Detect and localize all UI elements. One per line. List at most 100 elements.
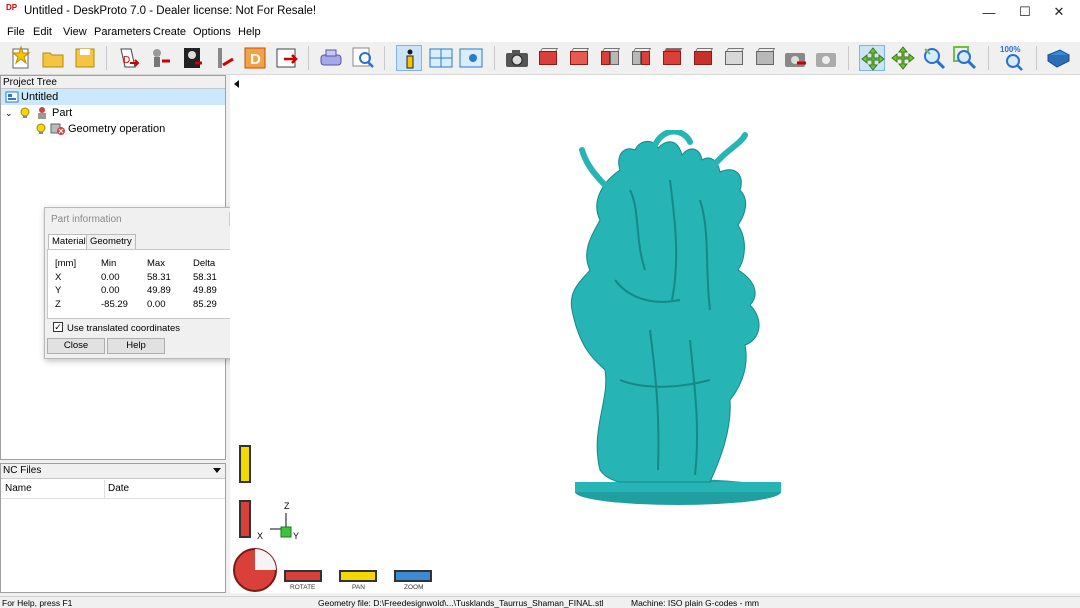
tab-material[interactable]: Material — [48, 234, 90, 250]
open-project-icon[interactable] — [40, 45, 66, 71]
table-cell: 49.89 — [147, 285, 171, 296]
tree-item-part[interactable]: ⌄ Part — [1, 105, 225, 121]
save-project-icon[interactable] — [72, 45, 98, 71]
view-settings-icon[interactable] — [458, 45, 484, 71]
dropdown-arrow-icon[interactable] — [213, 468, 221, 473]
tab-geometry[interactable]: Geometry — [86, 234, 136, 249]
table-cell: Y — [55, 285, 62, 296]
column-date[interactable]: Date — [108, 483, 129, 494]
zoom-window-icon[interactable] — [952, 45, 978, 71]
status-bar: For Help, press F1 Geometry file: D:\Fre… — [0, 596, 1080, 608]
tree-item-label: Geometry operation — [68, 123, 166, 135]
tree-item-project[interactable]: Untitled — [1, 89, 225, 105]
top-view-icon[interactable] — [659, 45, 685, 71]
svg-text:D: D — [250, 51, 261, 68]
zoom-tool-button[interactable] — [394, 570, 432, 582]
camera-icon[interactable] — [504, 45, 530, 71]
info-icon[interactable] — [396, 45, 422, 71]
rotate-tool-label: ROTATE — [290, 584, 316, 591]
table-cell: 85.29 — [193, 299, 217, 310]
export-icon[interactable] — [274, 45, 300, 71]
render-icon[interactable] — [783, 45, 809, 71]
table-header: Min — [101, 258, 117, 269]
use-translated-checkbox[interactable]: ✓ — [53, 322, 63, 332]
menu-parameters[interactable]: Parameters — [94, 26, 151, 38]
preview-icon[interactable] — [350, 45, 376, 71]
collapse-panel-icon[interactable] — [234, 80, 239, 88]
nc-files-header[interactable]: NC Files — [1, 464, 225, 479]
pan-tool-label: PAN — [352, 584, 365, 591]
table-cell: 0.00 — [101, 272, 120, 283]
table-header: Delta — [193, 258, 216, 269]
3d-model — [570, 130, 781, 505]
window-title: Untitled - DeskProto 7.0 - Dealer licens… — [24, 5, 317, 17]
bitmap-icon[interactable] — [212, 45, 238, 71]
pan-tool-button[interactable] — [339, 570, 377, 582]
lightbulb-icon[interactable] — [35, 123, 47, 140]
rotate-tool-icon[interactable] — [859, 45, 885, 71]
bottom-view-icon[interactable] — [690, 45, 716, 71]
table-cell: 58.31 — [193, 272, 217, 283]
help-book-icon[interactable] — [1045, 45, 1071, 71]
project-tree-header: Project Tree — [1, 76, 225, 89]
pan-tool-icon[interactable] — [890, 45, 916, 71]
part-move-icon[interactable] — [148, 45, 174, 71]
tree-item-label: Untitled — [21, 91, 59, 103]
left-view-icon[interactable] — [597, 45, 623, 71]
render-settings-icon[interactable] — [814, 45, 840, 71]
zoom-all-icon[interactable]: 100% — [998, 45, 1028, 71]
import-geometry-icon[interactable]: D — [116, 45, 142, 71]
menu-view[interactable]: View — [63, 26, 87, 38]
dialog-title: Part information — [51, 214, 122, 225]
table-cell: 0.00 — [147, 299, 166, 310]
close-window-button[interactable]: ✕ — [1036, 0, 1080, 24]
layout-icon[interactable] — [428, 45, 454, 71]
title-bar: DP Untitled - DeskProto 7.0 - Dealer lic… — [0, 0, 1080, 24]
table-cell: 49.89 — [193, 285, 217, 296]
grey-view-icon[interactable] — [752, 45, 778, 71]
machine-icon[interactable] — [318, 45, 344, 71]
zoom-tool-icon[interactable] — [921, 45, 947, 71]
zoom-tool-label: ZOOM — [404, 584, 424, 591]
menu-bar: File Edit View Parameters Create Options… — [0, 24, 1080, 42]
3d-viewport[interactable]: Z X Y ROTATE PAN ZOOM — [230, 75, 1080, 593]
menu-options[interactable]: Options — [193, 26, 231, 38]
menu-create[interactable]: Create — [153, 26, 186, 38]
tree-item-geometry-operation[interactable]: Geometry operation — [1, 121, 225, 137]
back-view-icon[interactable] — [566, 45, 592, 71]
part-information-dialog: Part information Material Geometry [mm] … — [44, 207, 247, 359]
drawing-icon[interactable]: D — [242, 45, 268, 71]
svg-text:D: D — [123, 55, 130, 66]
nc-files-columns: Name Date — [1, 480, 225, 499]
menu-file[interactable]: File — [7, 26, 25, 38]
help-button[interactable]: Help — [107, 338, 165, 354]
new-project-icon[interactable] — [8, 45, 34, 71]
image-icon[interactable] — [180, 45, 206, 71]
rotate-slider[interactable] — [239, 500, 251, 538]
close-button[interactable]: Close — [47, 338, 105, 354]
nc-files-panel: NC Files Name Date — [0, 463, 226, 593]
checkbox-label: Use translated coordinates — [67, 323, 181, 334]
table-header: Max — [147, 258, 165, 269]
chevron-down-icon[interactable]: ⌄ — [5, 105, 13, 121]
front-view-icon[interactable] — [535, 45, 561, 71]
axis-x-label: X — [257, 531, 264, 541]
rotate-dial[interactable] — [232, 547, 278, 593]
nc-files-title: NC Files — [3, 465, 42, 476]
table-cell: X — [55, 272, 62, 283]
iso-view-icon[interactable] — [721, 45, 747, 71]
table-header: [mm] — [55, 258, 77, 269]
right-view-icon[interactable] — [628, 45, 654, 71]
part-info-table: [mm] Min Max Delta X 0.00 58.31 58.31 Y … — [47, 249, 244, 319]
rotate-tool-button[interactable] — [284, 570, 322, 582]
column-name[interactable]: Name — [5, 483, 32, 494]
menu-edit[interactable]: Edit — [33, 26, 52, 38]
table-cell: 0.00 — [101, 285, 120, 296]
toolbar: D D 100% — [0, 42, 1080, 75]
geometry-operation-icon — [50, 122, 66, 141]
table-cell: -85.29 — [101, 299, 128, 310]
column-divider[interactable] — [104, 480, 105, 498]
menu-help[interactable]: Help — [238, 26, 261, 38]
axis-triad — [270, 513, 292, 538]
pan-slider[interactable] — [239, 445, 251, 483]
